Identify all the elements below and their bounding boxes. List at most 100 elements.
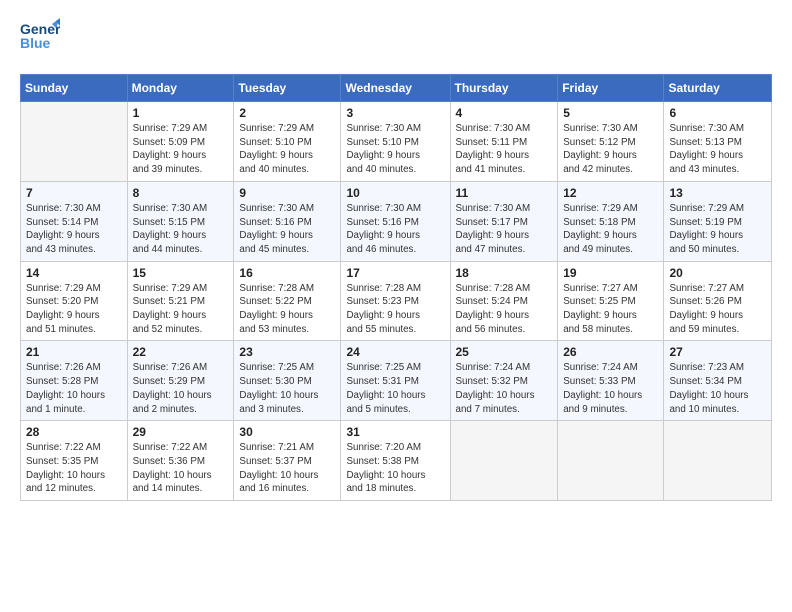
day-cell: 10Sunrise: 7:30 AM Sunset: 5:16 PM Dayli…	[341, 181, 450, 261]
day-number: 26	[563, 345, 658, 359]
week-row-2: 7Sunrise: 7:30 AM Sunset: 5:14 PM Daylig…	[21, 181, 772, 261]
day-cell: 14 Sunrise: 7:29 AM Sunset: 5:20 PM Dayli…	[21, 261, 128, 341]
day-info: Sunrise: 7:25 AM Sunset: 5:31 PM Dayligh…	[346, 361, 444, 416]
day-cell: 1Sunrise: 7:29 AM Sunset: 5:09 PM Daylig…	[127, 102, 234, 182]
day-info: Sunrise: 7:24 AM Sunset: 5:32 PM Dayligh…	[456, 361, 553, 416]
day-info: Sunrise: 7:29 AM Sunset: 5:10 PM Dayligh…	[239, 122, 335, 177]
day-number: 10	[346, 186, 444, 200]
day-cell: 9 Sunrise: 7:30 AM Sunset: 5:16 PM Daylig…	[234, 181, 341, 261]
day-info: Sunrise: 7:21 AM Sunset: 5:37 PM Dayligh…	[239, 441, 335, 496]
day-cell: 8 Sunrise: 7:30 AM Sunset: 5:15 PM Daylig…	[127, 181, 234, 261]
day-header-tuesday: Tuesday	[234, 75, 341, 102]
day-header-sunday: Sunday	[21, 75, 128, 102]
day-cell: 5 Sunrise: 7:30 AM Sunset: 5:12 PM Daylig…	[558, 102, 664, 182]
day-cell: 4 Sunrise: 7:30 AM Sunset: 5:11 PM Daylig…	[450, 102, 558, 182]
calendar-body: 1Sunrise: 7:29 AM Sunset: 5:09 PM Daylig…	[21, 102, 772, 501]
day-cell	[21, 102, 128, 182]
day-number: 21	[26, 345, 122, 359]
day-cell: 28Sunrise: 7:22 AM Sunset: 5:35 PM Dayli…	[21, 421, 128, 501]
day-info: Sunrise: 7:29 AM Sunset: 5:20 PM Dayligh…	[26, 282, 122, 337]
header: General Blue	[20, 16, 772, 64]
day-cell: 31 Sunrise: 7:20 AM Sunset: 5:38 PM Dayli…	[341, 421, 450, 501]
day-info: Sunrise: 7:27 AM Sunset: 5:26 PM Dayligh…	[669, 282, 766, 337]
day-cell: 26 Sunrise: 7:24 AM Sunset: 5:33 PM Dayli…	[558, 341, 664, 421]
day-info: Sunrise: 7:26 AM Sunset: 5:29 PM Dayligh…	[133, 361, 229, 416]
day-header-friday: Friday	[558, 75, 664, 102]
day-number: 5	[563, 106, 658, 120]
calendar-table: SundayMondayTuesdayWednesdayThursdayFrid…	[20, 74, 772, 501]
day-cell: 2 Sunrise: 7:29 AM Sunset: 5:10 PM Daylig…	[234, 102, 341, 182]
day-number: 12	[563, 186, 658, 200]
day-cell: 17 Sunrise: 7:28 AM Sunset: 5:23 PM Dayli…	[341, 261, 450, 341]
day-cell	[450, 421, 558, 501]
day-number: 14	[26, 266, 122, 280]
day-number: 31	[346, 425, 444, 439]
day-number: 24	[346, 345, 444, 359]
day-info: Sunrise: 7:29 AM Sunset: 5:21 PM Dayligh…	[133, 282, 229, 337]
day-info: Sunrise: 7:30 AM Sunset: 5:16 PM Dayligh…	[239, 202, 335, 257]
day-header-thursday: Thursday	[450, 75, 558, 102]
day-cell: 18 Sunrise: 7:28 AM Sunset: 5:24 PM Dayli…	[450, 261, 558, 341]
day-number: 6	[669, 106, 766, 120]
day-cell: 25 Sunrise: 7:24 AM Sunset: 5:32 PM Dayli…	[450, 341, 558, 421]
week-row-5: 28Sunrise: 7:22 AM Sunset: 5:35 PM Dayli…	[21, 421, 772, 501]
day-cell: 19Sunrise: 7:27 AM Sunset: 5:25 PM Dayli…	[558, 261, 664, 341]
week-row-3: 14 Sunrise: 7:29 AM Sunset: 5:20 PM Dayli…	[21, 261, 772, 341]
day-info: Sunrise: 7:30 AM Sunset: 5:10 PM Dayligh…	[346, 122, 444, 177]
day-number: 11	[456, 186, 553, 200]
day-header-monday: Monday	[127, 75, 234, 102]
day-number: 22	[133, 345, 229, 359]
day-number: 29	[133, 425, 229, 439]
logo-icon: General Blue	[20, 16, 60, 56]
day-header-saturday: Saturday	[664, 75, 772, 102]
day-number: 27	[669, 345, 766, 359]
day-cell: 23Sunrise: 7:25 AM Sunset: 5:30 PM Dayli…	[234, 341, 341, 421]
day-number: 13	[669, 186, 766, 200]
day-cell: 16Sunrise: 7:28 AM Sunset: 5:22 PM Dayli…	[234, 261, 341, 341]
day-cell: 3 Sunrise: 7:30 AM Sunset: 5:10 PM Daylig…	[341, 102, 450, 182]
day-info: Sunrise: 7:29 AM Sunset: 5:09 PM Dayligh…	[133, 122, 229, 177]
day-info: Sunrise: 7:24 AM Sunset: 5:33 PM Dayligh…	[563, 361, 658, 416]
day-info: Sunrise: 7:30 AM Sunset: 5:17 PM Dayligh…	[456, 202, 553, 257]
day-info: Sunrise: 7:20 AM Sunset: 5:38 PM Dayligh…	[346, 441, 444, 496]
day-cell: 29 Sunrise: 7:22 AM Sunset: 5:36 PM Dayli…	[127, 421, 234, 501]
day-number: 16	[239, 266, 335, 280]
day-number: 18	[456, 266, 553, 280]
day-number: 8	[133, 186, 229, 200]
calendar-header-row: SundayMondayTuesdayWednesdayThursdayFrid…	[21, 75, 772, 102]
day-number: 25	[456, 345, 553, 359]
day-cell: 6 Sunrise: 7:30 AM Sunset: 5:13 PM Daylig…	[664, 102, 772, 182]
day-cell: 27 Sunrise: 7:23 AM Sunset: 5:34 PM Dayli…	[664, 341, 772, 421]
day-number: 3	[346, 106, 444, 120]
day-info: Sunrise: 7:28 AM Sunset: 5:24 PM Dayligh…	[456, 282, 553, 337]
logo: General Blue	[20, 16, 60, 64]
day-cell: 20Sunrise: 7:27 AM Sunset: 5:26 PM Dayli…	[664, 261, 772, 341]
day-cell	[558, 421, 664, 501]
day-cell: 11 Sunrise: 7:30 AM Sunset: 5:17 PM Dayli…	[450, 181, 558, 261]
day-cell: 21 Sunrise: 7:26 AM Sunset: 5:28 PM Dayli…	[21, 341, 128, 421]
page-container: General Blue SundayMondayTuesdayWednesda…	[0, 0, 792, 511]
day-info: Sunrise: 7:22 AM Sunset: 5:36 PM Dayligh…	[133, 441, 229, 496]
day-cell: 30 Sunrise: 7:21 AM Sunset: 5:37 PM Dayli…	[234, 421, 341, 501]
week-row-4: 21 Sunrise: 7:26 AM Sunset: 5:28 PM Dayli…	[21, 341, 772, 421]
day-info: Sunrise: 7:22 AM Sunset: 5:35 PM Dayligh…	[26, 441, 122, 496]
day-number: 17	[346, 266, 444, 280]
svg-text:Blue: Blue	[20, 35, 51, 51]
day-cell: 12Sunrise: 7:29 AM Sunset: 5:18 PM Dayli…	[558, 181, 664, 261]
day-info: Sunrise: 7:30 AM Sunset: 5:13 PM Dayligh…	[669, 122, 766, 177]
day-number: 23	[239, 345, 335, 359]
day-number: 9	[239, 186, 335, 200]
day-cell: 13Sunrise: 7:29 AM Sunset: 5:19 PM Dayli…	[664, 181, 772, 261]
day-info: Sunrise: 7:30 AM Sunset: 5:15 PM Dayligh…	[133, 202, 229, 257]
day-info: Sunrise: 7:28 AM Sunset: 5:23 PM Dayligh…	[346, 282, 444, 337]
day-number: 30	[239, 425, 335, 439]
day-info: Sunrise: 7:26 AM Sunset: 5:28 PM Dayligh…	[26, 361, 122, 416]
day-info: Sunrise: 7:27 AM Sunset: 5:25 PM Dayligh…	[563, 282, 658, 337]
day-cell: 7Sunrise: 7:30 AM Sunset: 5:14 PM Daylig…	[21, 181, 128, 261]
day-cell: 15Sunrise: 7:29 AM Sunset: 5:21 PM Dayli…	[127, 261, 234, 341]
day-info: Sunrise: 7:30 AM Sunset: 5:11 PM Dayligh…	[456, 122, 553, 177]
day-info: Sunrise: 7:30 AM Sunset: 5:12 PM Dayligh…	[563, 122, 658, 177]
day-number: 2	[239, 106, 335, 120]
day-number: 4	[456, 106, 553, 120]
day-info: Sunrise: 7:23 AM Sunset: 5:34 PM Dayligh…	[669, 361, 766, 416]
